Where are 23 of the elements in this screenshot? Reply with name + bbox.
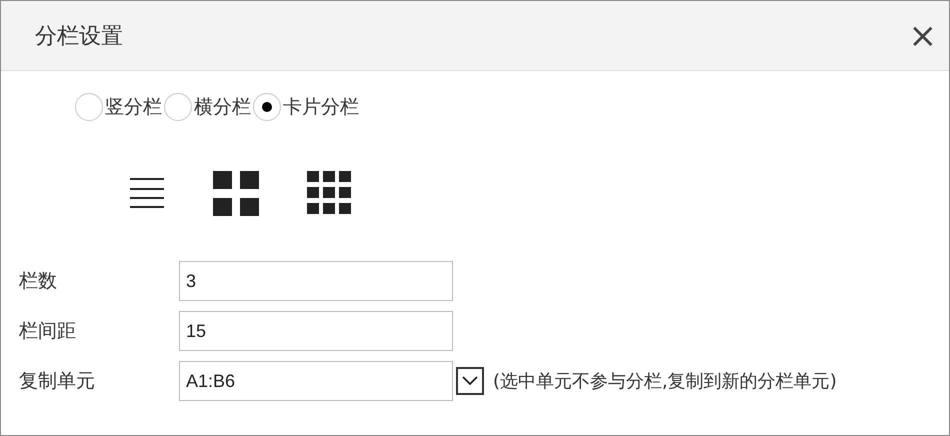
radio-label: 横分栏 (194, 95, 251, 120)
radio-button[interactable] (75, 93, 103, 121)
chevron-icon (462, 376, 478, 386)
field-label: 栏间距 (19, 319, 77, 344)
grid-icon (307, 171, 351, 215)
field-label: 复制单元 (19, 369, 96, 394)
radio-label: 竖分栏 (105, 95, 162, 120)
radio-button[interactable] (164, 93, 192, 121)
list-icon (129, 175, 165, 211)
layout-button[interactable] (307, 171, 351, 215)
layout-button[interactable] (129, 175, 165, 211)
input-field[interactable]: 15 (179, 311, 453, 351)
input-field[interactable]: A1:B6 (179, 361, 453, 401)
dropdown-button[interactable] (456, 367, 484, 395)
radio-label: 卡片分栏 (283, 95, 359, 120)
hint-text: (选中单元不参与分栏,复制到新的分栏单元) (493, 370, 837, 393)
input-field[interactable]: 3 (179, 261, 453, 301)
radio-button[interactable] (253, 93, 281, 121)
field-label: 栏数 (19, 269, 58, 294)
close-button[interactable]: × (904, 18, 941, 52)
grid-icon (213, 170, 259, 216)
layout-button[interactable] (213, 170, 259, 216)
dialog-title: 分栏设置 (35, 22, 123, 50)
